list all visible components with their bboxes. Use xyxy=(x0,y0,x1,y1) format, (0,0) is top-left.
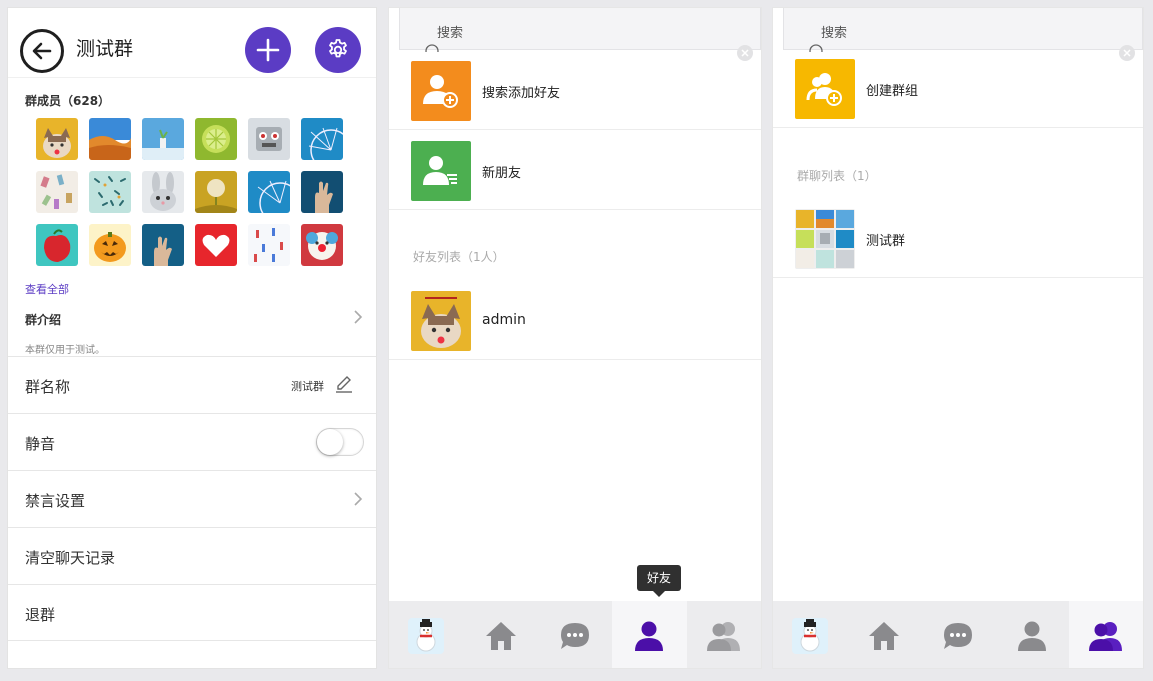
ban-settings-label: 禁言设置 xyxy=(25,492,86,510)
friend-avatar xyxy=(411,291,471,351)
settings-button[interactable] xyxy=(315,27,361,73)
home-icon xyxy=(869,621,899,650)
groups-panel: 搜索 创建群组 群聊列表（1） 测试群 xyxy=(772,7,1144,669)
nav-friends[interactable] xyxy=(612,601,687,668)
snowman-avatar-icon xyxy=(408,617,445,654)
user-icon xyxy=(1018,621,1046,651)
users-group-icon xyxy=(706,621,740,651)
mute-toggle[interactable] xyxy=(316,428,364,456)
clear-history-row[interactable]: 清空聊天记录 xyxy=(8,527,376,584)
nav-groups[interactable] xyxy=(1069,601,1143,668)
chevron-right-icon xyxy=(354,310,363,324)
group-intro-row[interactable]: 群介绍 xyxy=(8,306,376,332)
member-avatar[interactable] xyxy=(248,118,290,160)
new-friend-icon xyxy=(411,141,471,201)
gear-icon xyxy=(329,39,347,58)
group-avatar xyxy=(795,209,855,269)
toggle-knob xyxy=(317,429,343,455)
member-avatar[interactable] xyxy=(36,224,78,266)
bottom-nav xyxy=(773,601,1143,668)
add-friend-icon xyxy=(411,61,471,121)
member-avatar[interactable] xyxy=(195,171,237,213)
nav-profile[interactable] xyxy=(773,601,847,668)
group-name-row[interactable]: 群名称 测试群 xyxy=(8,356,376,413)
member-avatar[interactable] xyxy=(36,118,78,160)
search-placeholder: 搜索 xyxy=(437,26,464,41)
nav-chat[interactable] xyxy=(538,601,612,668)
chat-bubble-icon xyxy=(944,622,972,649)
nav-friends[interactable] xyxy=(995,601,1069,668)
member-avatar[interactable] xyxy=(142,224,184,266)
search-input[interactable]: 搜索 xyxy=(399,8,761,61)
pencil-icon[interactable] xyxy=(334,374,354,394)
member-avatar[interactable] xyxy=(36,171,78,213)
plus-icon xyxy=(256,38,280,62)
app-root: 测试群 群成员（628） 查看全部 群介绍 本群仅用于测试。 群名称 测试群 静… xyxy=(0,0,1153,681)
mute-row: 静音 xyxy=(8,413,376,470)
group-settings-panel: 测试群 群成员（628） 查看全部 群介绍 本群仅用于测试。 群名称 测试群 静… xyxy=(7,7,377,669)
member-avatar[interactable] xyxy=(142,171,184,213)
friend-name: admin xyxy=(482,312,526,328)
user-icon xyxy=(635,621,664,651)
member-avatar[interactable] xyxy=(301,171,343,213)
group-name: 测试群 xyxy=(866,234,906,249)
home-icon xyxy=(485,621,516,650)
add-friend-label: 搜索添加好友 xyxy=(482,86,561,101)
back-button[interactable] xyxy=(20,29,64,73)
quit-group-row[interactable]: 退群 xyxy=(8,584,376,641)
nav-home[interactable] xyxy=(463,601,537,668)
group-list-title: 群聊列表（1） xyxy=(797,169,877,183)
group-intro-label: 群介绍 xyxy=(25,313,62,327)
create-group-row[interactable]: 创建群组 xyxy=(773,48,1143,128)
new-friend-row[interactable]: 新朋友 xyxy=(389,130,761,210)
new-friend-label: 新朋友 xyxy=(482,166,522,181)
view-all-members-link[interactable]: 查看全部 xyxy=(25,281,69,297)
group-intro-text: 本群仅用于测试。 xyxy=(25,345,105,356)
group-name-label: 群名称 xyxy=(25,378,71,396)
friend-list-title: 好友列表（1人） xyxy=(413,250,505,264)
users-group-icon xyxy=(1089,621,1122,651)
group-list-item[interactable]: 测试群 xyxy=(773,198,1143,278)
ban-settings-row[interactable]: 禁言设置 xyxy=(8,470,376,527)
nav-home[interactable] xyxy=(847,601,921,668)
member-avatar[interactable] xyxy=(248,224,290,266)
add-friend-row[interactable]: 搜索添加好友 xyxy=(389,50,761,130)
create-group-label: 创建群组 xyxy=(866,84,919,99)
arrow-left-icon xyxy=(32,42,52,60)
clear-history-label: 清空聊天记录 xyxy=(25,549,116,567)
nav-profile[interactable] xyxy=(389,601,463,668)
member-avatar[interactable] xyxy=(301,224,343,266)
group-settings-header: 测试群 xyxy=(8,8,376,78)
member-avatar[interactable] xyxy=(142,118,184,160)
page-title: 测试群 xyxy=(76,38,134,60)
snowman-avatar-icon xyxy=(792,617,828,654)
member-avatar[interactable] xyxy=(195,224,237,266)
chevron-right-icon xyxy=(354,492,363,506)
mute-label: 静音 xyxy=(25,435,56,453)
quit-group-label: 退群 xyxy=(25,606,56,624)
member-avatar[interactable] xyxy=(195,118,237,160)
friends-tooltip: 好友 xyxy=(637,565,681,597)
nav-chat[interactable] xyxy=(921,601,995,668)
add-member-button[interactable] xyxy=(245,27,291,73)
search-placeholder: 搜索 xyxy=(821,26,848,41)
member-avatar[interactable] xyxy=(89,118,131,160)
member-avatar[interactable] xyxy=(89,171,131,213)
members-count-label: 群成员（628） xyxy=(25,94,111,108)
group-name-value: 测试群 xyxy=(291,380,324,393)
bottom-nav xyxy=(389,601,761,668)
create-group-icon xyxy=(795,59,855,119)
search-input[interactable]: 搜索 xyxy=(783,8,1143,61)
nav-groups[interactable] xyxy=(687,601,761,668)
members-grid xyxy=(36,118,356,266)
member-avatar[interactable] xyxy=(248,171,290,213)
member-avatar[interactable] xyxy=(301,118,343,160)
chat-bubble-icon xyxy=(561,622,590,649)
friends-panel: 搜索 搜索添加好友 新朋友 好友列表（1人） admin 好友 xyxy=(388,7,762,669)
member-avatar[interactable] xyxy=(89,224,131,266)
friend-list-item[interactable]: admin xyxy=(389,280,761,360)
